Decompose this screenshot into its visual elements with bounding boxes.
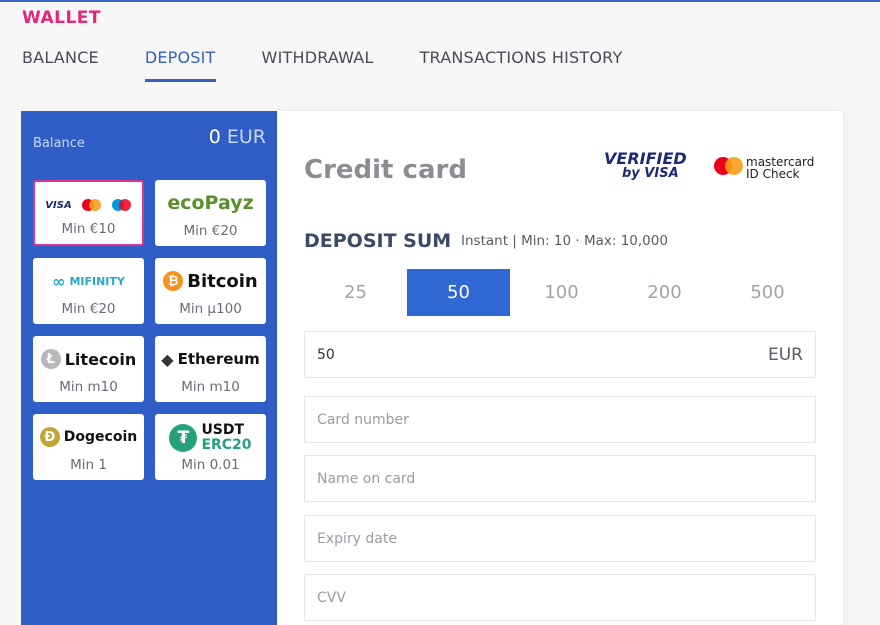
method-usdt[interactable]: ₮ USDT ERC20 Min 0.01: [155, 414, 266, 480]
method-litecoin[interactable]: Ł Litecoin Min m10: [33, 336, 144, 402]
amount-option-25[interactable]: 25: [304, 269, 407, 316]
verified-label: VERIFIED: [604, 149, 687, 168]
method-mifinity[interactable]: ∞ MIFINITY Min €20: [33, 258, 144, 324]
deposit-amount-input[interactable]: 50 EUR: [304, 331, 816, 378]
ethereum-label: Ethereum: [177, 350, 260, 368]
tab-transactions-history[interactable]: TRANSACTIONS HISTORY: [420, 48, 623, 82]
by-visa-label: by VISA: [622, 166, 679, 181]
method-ecopayz[interactable]: ecoPayz Min €20: [155, 180, 266, 246]
method-min: Min m10: [59, 379, 118, 395]
ecopayz-logo: ecoPayz: [155, 190, 266, 216]
payment-methods-panel: Balance 0 EUR VISA Min €10 ecoPayz Min €…: [21, 111, 277, 625]
cvv-input[interactable]: [304, 574, 816, 621]
litecoin-logo: Ł Litecoin: [33, 346, 144, 372]
amount-option-200[interactable]: 200: [613, 269, 716, 316]
verified-by-visa-logo: VERIFIED by VISA: [604, 149, 687, 182]
mifinity-label: MIFINITY: [69, 274, 125, 288]
mastercard-id-check-logo: mastercard ID Check: [714, 156, 814, 180]
tab-bar: BALANCE DEPOSIT WITHDRAWAL TRANSACTIONS …: [22, 48, 668, 84]
deposit-sum-title: DEPOSIT SUM: [304, 230, 452, 252]
card-number-input[interactable]: [304, 396, 816, 443]
method-min: Min µ100: [179, 301, 242, 317]
dogecoin-label: Dogecoin: [63, 429, 138, 445]
usdt-network-label: ERC20: [201, 437, 252, 453]
mifinity-logo: ∞ MIFINITY: [33, 268, 144, 294]
dogecoin-logo: Ð Dogecoin: [33, 424, 144, 450]
usdt-label: USDT: [201, 422, 245, 438]
name-on-card-input[interactable]: [304, 455, 816, 502]
bitcoin-label: Bitcoin: [187, 270, 258, 292]
deposit-limits-info: Instant | Min: 10 · Max: 10,000: [461, 233, 668, 249]
ethereum-icon: ◆: [161, 349, 174, 369]
visa-logo: VISA: [35, 192, 142, 218]
tab-deposit[interactable]: DEPOSIT: [144, 48, 216, 82]
method-min: Min €20: [61, 301, 116, 317]
bitcoin-logo: ₿ Bitcoin: [155, 268, 266, 294]
ecopayz-label: ecoPayz: [167, 192, 254, 214]
wallet-title: WALLET: [22, 8, 102, 28]
usdt-label-group: USDT ERC20: [201, 423, 251, 453]
bitcoin-icon: ₿: [163, 271, 184, 291]
method-min: Min m10: [181, 379, 240, 395]
balance-currency: EUR: [226, 126, 266, 148]
dogecoin-icon: Ð: [39, 427, 60, 447]
method-bitcoin[interactable]: ₿ Bitcoin Min µ100: [155, 258, 266, 324]
deposit-amount-value: 50: [317, 346, 335, 363]
method-dogecoin[interactable]: Ð Dogecoin Min 1: [33, 414, 144, 480]
deposit-form-panel: Credit card VERIFIED by VISA mastercard …: [277, 111, 843, 625]
visa-label: VISA: [45, 199, 72, 211]
method-min: Min 1: [70, 457, 107, 473]
amount-option-500[interactable]: 500: [716, 269, 819, 316]
method-min: Min 0.01: [181, 457, 240, 473]
tab-withdrawal[interactable]: WITHDRAWAL: [262, 48, 374, 82]
method-ethereum[interactable]: ◆ Ethereum Min m10: [155, 336, 266, 402]
mastercard-icon: [81, 199, 102, 211]
usdt-logo: ₮ USDT ERC20: [155, 422, 266, 454]
tab-balance[interactable]: BALANCE: [22, 48, 99, 82]
expiry-date-input[interactable]: [304, 515, 816, 562]
mastercard-icon: [714, 156, 744, 176]
balance-label: Balance: [33, 136, 85, 151]
ethereum-logo: ◆ Ethereum: [155, 346, 266, 372]
litecoin-label: Litecoin: [64, 349, 137, 369]
litecoin-icon: Ł: [40, 349, 61, 369]
id-check-label: ID Check: [746, 167, 800, 181]
method-min: Min €20: [183, 223, 238, 239]
method-min: Min €10: [61, 221, 116, 237]
maestro-icon: [111, 199, 132, 211]
preset-amounts: 25 50 100 200 500: [304, 269, 819, 316]
credit-card-title: Credit card: [304, 155, 467, 185]
tether-icon: ₮: [169, 424, 198, 452]
infinity-icon: ∞: [52, 271, 66, 291]
mastercard-text: mastercard ID Check: [746, 156, 814, 180]
amount-option-50[interactable]: 50: [407, 269, 510, 316]
deposit-currency: EUR: [768, 344, 803, 365]
method-visa[interactable]: VISA Min €10: [33, 180, 144, 246]
amount-option-100[interactable]: 100: [510, 269, 613, 316]
balance-value: 0 EUR: [209, 126, 266, 148]
balance-amount: 0: [208, 126, 221, 148]
